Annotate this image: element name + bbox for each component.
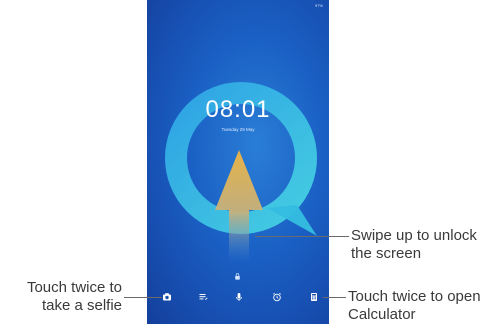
selfie-callout-line xyxy=(124,297,162,298)
phone-lock-screen: 97% 08:01 Tuesday 29 May xyxy=(147,0,329,324)
microphone-icon[interactable] xyxy=(233,291,245,303)
selfie-callout-line2: take a selfie xyxy=(41,297,122,314)
calculator-icon[interactable] xyxy=(308,291,320,303)
camera-icon[interactable] xyxy=(161,291,173,303)
calc-callout-line2: Calculator xyxy=(348,306,416,323)
selfie-callout: Touch twice to take a selfie xyxy=(8,279,122,315)
swipe-callout-line1: Swipe up to unlock xyxy=(351,227,477,244)
lock-date: Tuesday 29 May xyxy=(221,127,255,132)
notes-icon[interactable] xyxy=(197,291,209,303)
swipe-callout-line2: the screen xyxy=(351,245,422,262)
calc-callout: Touch twice to open Calculator xyxy=(348,288,481,324)
calc-callout-line1: Touch twice to open xyxy=(348,288,481,305)
lock-clock: 08:01 xyxy=(205,96,271,123)
alarm-icon[interactable] xyxy=(271,291,283,303)
lock-icon xyxy=(235,273,240,280)
selfie-callout-line1: Touch twice to xyxy=(26,279,122,296)
swipe-callout-line xyxy=(255,236,349,237)
swipe-callout: Swipe up to unlock the screen xyxy=(351,227,477,263)
calc-callout-line xyxy=(323,297,346,298)
